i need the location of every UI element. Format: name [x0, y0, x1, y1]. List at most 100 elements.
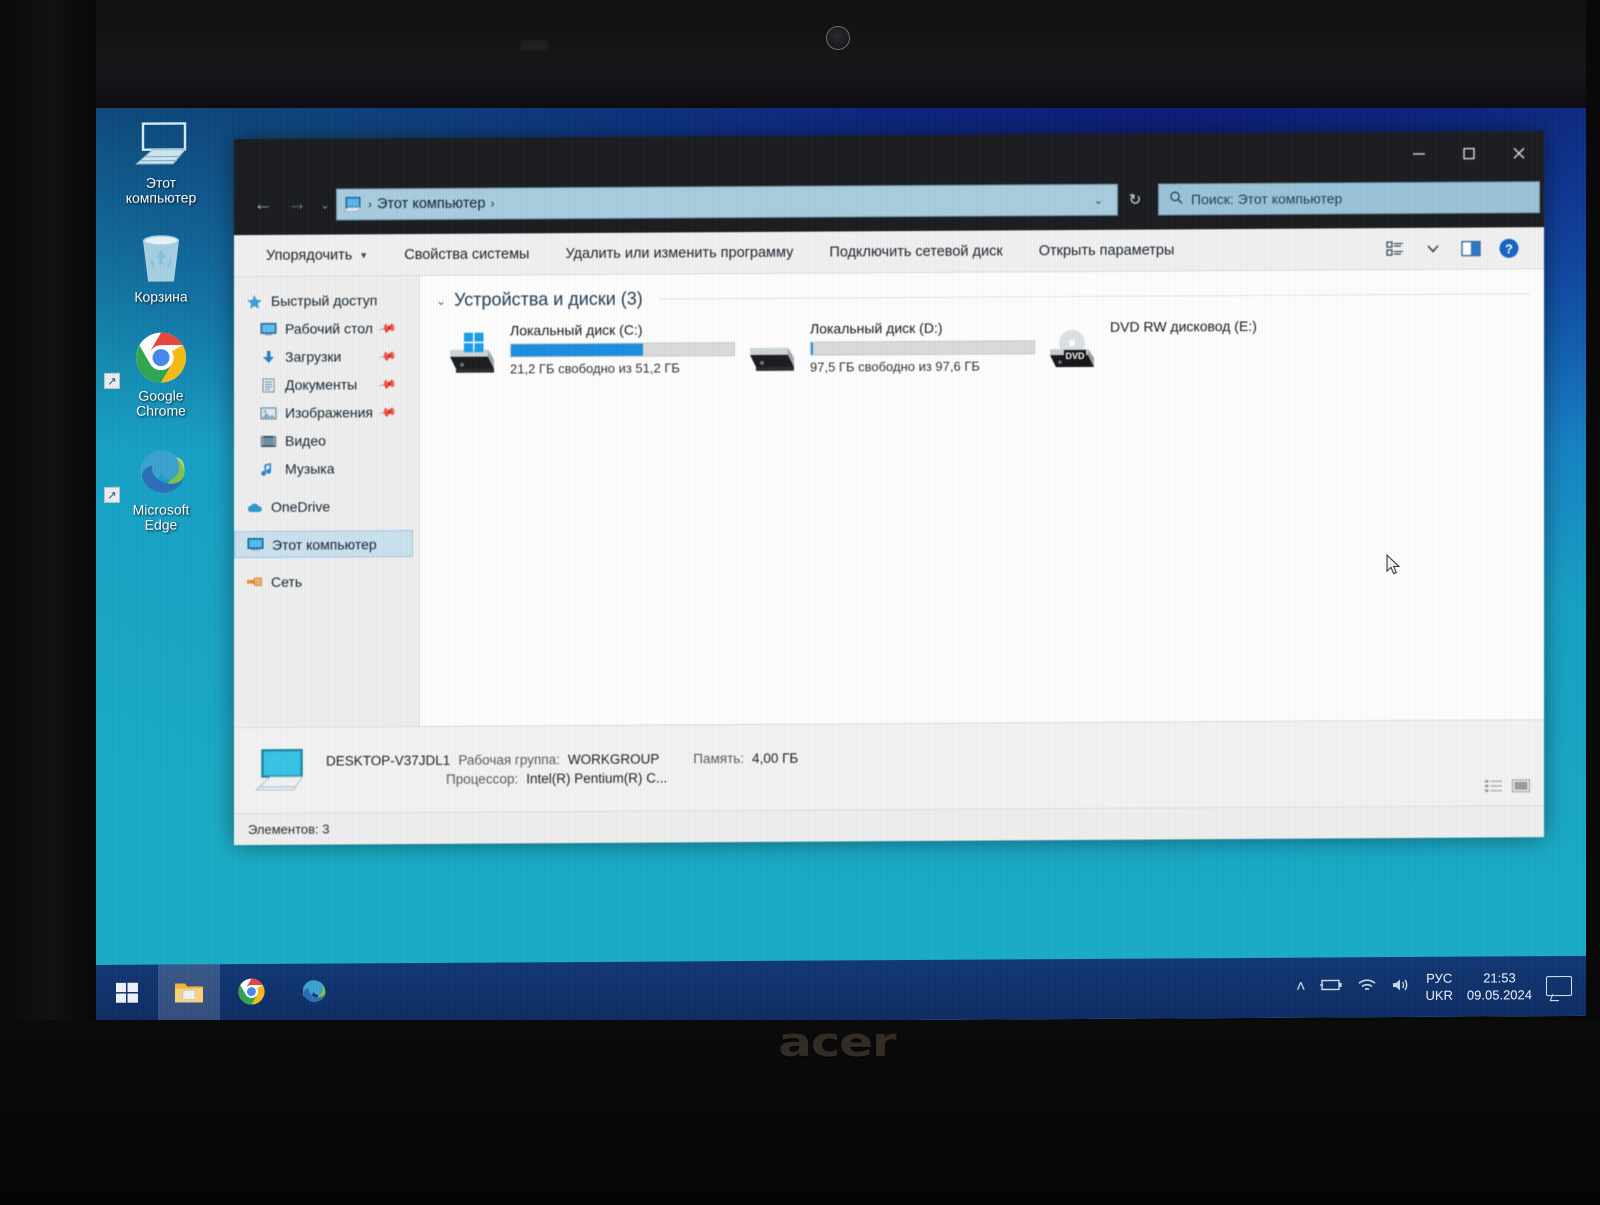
processor-key: Процессор: [446, 770, 519, 787]
content-pane[interactable]: ⌄ Устройства и диски (3) Локальный диск … [420, 269, 1544, 727]
minimize-button[interactable] [1394, 132, 1444, 176]
desktop-icon-microsoft-edge[interactable]: ↗ Microsoft Edge [96, 440, 226, 533]
desktop-icon-label: Google Chrome [136, 387, 186, 419]
recent-locations-button[interactable]: ⌄ [314, 198, 336, 211]
breadcrumb[interactable]: › Этот компьютер › ⌄ [336, 183, 1118, 221]
notifications-icon[interactable] [1546, 975, 1572, 997]
volume-icon[interactable] [1391, 976, 1411, 997]
picture-icon [260, 405, 277, 420]
battery-icon[interactable] [1319, 977, 1343, 997]
group-header-label: Устройства и диски (3) [454, 288, 643, 310]
desktop-icon-recycle-bin[interactable]: Корзина [96, 227, 226, 305]
system-tray: ˄ РУС UKR 21:53 09.05.2024 [1296, 969, 1586, 1005]
network-icon [246, 574, 263, 589]
show-hidden-icons-button[interactable]: ˄ [1296, 979, 1305, 997]
sidebar-item-label: Сеть [271, 573, 303, 590]
breadcrumb-this-pc[interactable]: Этот компьютер [377, 196, 485, 213]
cmd-system-properties[interactable]: Свойства системы [386, 233, 547, 276]
dvd-drive-icon: DVD [1042, 325, 1100, 375]
sidebar-item-this-pc[interactable]: Этот компьютер [234, 530, 413, 559]
sidebar-item-videos[interactable]: Видео [234, 426, 419, 455]
drive-usage-bar [810, 340, 1035, 356]
forward-button[interactable]: → [280, 188, 314, 222]
drive-icon [742, 327, 800, 377]
breadcrumb-separator: › [368, 197, 372, 212]
close-button[interactable] [1494, 131, 1544, 175]
group-header-devices-and-drives[interactable]: ⌄ Устройства и диски (3) [420, 269, 1544, 317]
computer-name: DESKTOP-V37JDL1 [326, 752, 451, 769]
back-button[interactable]: ← [246, 188, 280, 222]
sidebar-item-network[interactable]: Сеть [234, 567, 419, 596]
sidebar-item-quick-access[interactable]: Быстрый доступ [234, 286, 419, 315]
drive-tile-dvd-rw-drive-e[interactable]: DVD DVD RW дисковод (E:) [1042, 315, 1342, 375]
drive-tile-list: Локальный диск (C:) 21,2 ГБ свободно из … [420, 310, 1544, 379]
item-count-label: Элементов: 3 [248, 821, 330, 838]
window-controls [1394, 131, 1544, 176]
sidebar-item-label: Изображения [285, 404, 373, 421]
cmd-label: Свойства системы [404, 245, 530, 263]
chevron-down-icon[interactable] [1418, 234, 1448, 262]
pin-icon[interactable]: 📌 [377, 374, 397, 394]
breadcrumb-separator-2[interactable]: › [489, 197, 495, 211]
refresh-button[interactable]: ↻ [1118, 184, 1152, 216]
edge-button[interactable] [282, 963, 344, 1023]
sidebar-item-onedrive[interactable]: OneDrive [234, 492, 419, 521]
chrome-button[interactable] [220, 964, 282, 1024]
cmd-organize[interactable]: Упорядочить ▼ [248, 234, 386, 277]
maximize-button[interactable] [1444, 131, 1494, 175]
bezel-vent [520, 40, 548, 51]
help-icon[interactable]: ? [1494, 234, 1524, 262]
windows-drive-icon [442, 329, 500, 379]
search-box[interactable]: Поиск: Этот компьютер [1158, 181, 1540, 216]
file-explorer-button[interactable] [158, 964, 220, 1025]
wifi-icon[interactable] [1357, 977, 1377, 998]
sidebar-item-music[interactable]: Музыка [234, 454, 419, 483]
memory-value: 4,00 ГБ [752, 750, 799, 766]
sidebar-item-desktop[interactable]: Рабочий стол 📌 [234, 314, 419, 343]
desktop-icon [260, 321, 277, 336]
chevron-down-icon: ▼ [359, 249, 369, 260]
clock[interactable]: 21:53 09.05.2024 [1467, 969, 1532, 1003]
drive-tile-local-disk-c[interactable]: Локальный диск (C:) 21,2 ГБ свободно из … [442, 319, 742, 379]
details-pane: DESKTOP-V37JDL1 Рабочая группа: WORKGROU… [234, 719, 1544, 814]
sidebar-item-label: Этот компьютер [272, 535, 377, 553]
pin-icon[interactable]: 📌 [377, 402, 397, 422]
mouse-cursor [1386, 553, 1402, 581]
view-toggle-group [1485, 779, 1531, 797]
pin-icon[interactable]: 📌 [377, 318, 397, 338]
svg-text:?: ? [1505, 241, 1513, 256]
chevron-down-icon[interactable]: ⌄ [436, 293, 446, 307]
pin-icon[interactable]: 📌 [377, 346, 397, 366]
svg-text:DVD: DVD [1065, 351, 1085, 361]
search-icon [1169, 190, 1183, 209]
language-indicator[interactable]: РУС UKR [1425, 970, 1452, 1004]
view-options-icon[interactable] [1380, 234, 1410, 262]
sidebar-item-downloads[interactable]: Загрузки 📌 [234, 342, 419, 371]
large-icons-view-icon[interactable] [1511, 779, 1531, 797]
cmd-map-network-drive[interactable]: Подключить сетевой диск [811, 230, 1020, 273]
preview-pane-icon[interactable] [1456, 234, 1486, 262]
laptop-photo: Этот компьютер Корзина ↗ Google Chrome ↗… [0, 0, 1600, 1205]
sidebar-item-pictures[interactable]: Изображения 📌 [234, 398, 419, 427]
language-top: РУС [1426, 970, 1453, 986]
cmd-label: Открыть параметры [1038, 241, 1175, 259]
desktop-icon-this-pc[interactable]: Этот компьютер [96, 113, 226, 206]
chevron-down-icon[interactable]: ⌄ [1086, 193, 1111, 206]
details-view-icon[interactable] [1485, 779, 1502, 797]
sidebar-item-documents[interactable]: Документы 📌 [234, 370, 419, 399]
drive-usage-fill [811, 342, 814, 355]
processor-value: Intel(R) Pentium(R) C... [526, 770, 668, 786]
details-grid: DESKTOP-V37JDL1 Рабочая группа: WORKGROU… [326, 750, 798, 787]
windows-logo-icon [115, 980, 139, 1009]
drive-tile-local-disk-d[interactable]: Локальный диск (D:) 97,5 ГБ свободно из … [742, 317, 1042, 377]
desktop-icon-list: Этот компьютер Корзина ↗ Google Chrome ↗… [96, 113, 226, 555]
memory-key: Память: [693, 750, 745, 766]
cmd-uninstall-change-program[interactable]: Удалить или изменить программу [547, 231, 811, 275]
acer-logo: acer [778, 1020, 896, 1066]
start-button[interactable] [96, 965, 158, 1025]
recycle-bin-icon [96, 227, 226, 290]
cmd-open-settings[interactable]: Открыть параметры [1021, 229, 1193, 272]
details-row-processor: Процессор: Intel(R) Pentium(R) C... [326, 770, 667, 787]
desktop-icon-google-chrome[interactable]: ↗ Google Chrome [96, 326, 226, 419]
shortcut-arrow-icon: ↗ [104, 486, 120, 503]
